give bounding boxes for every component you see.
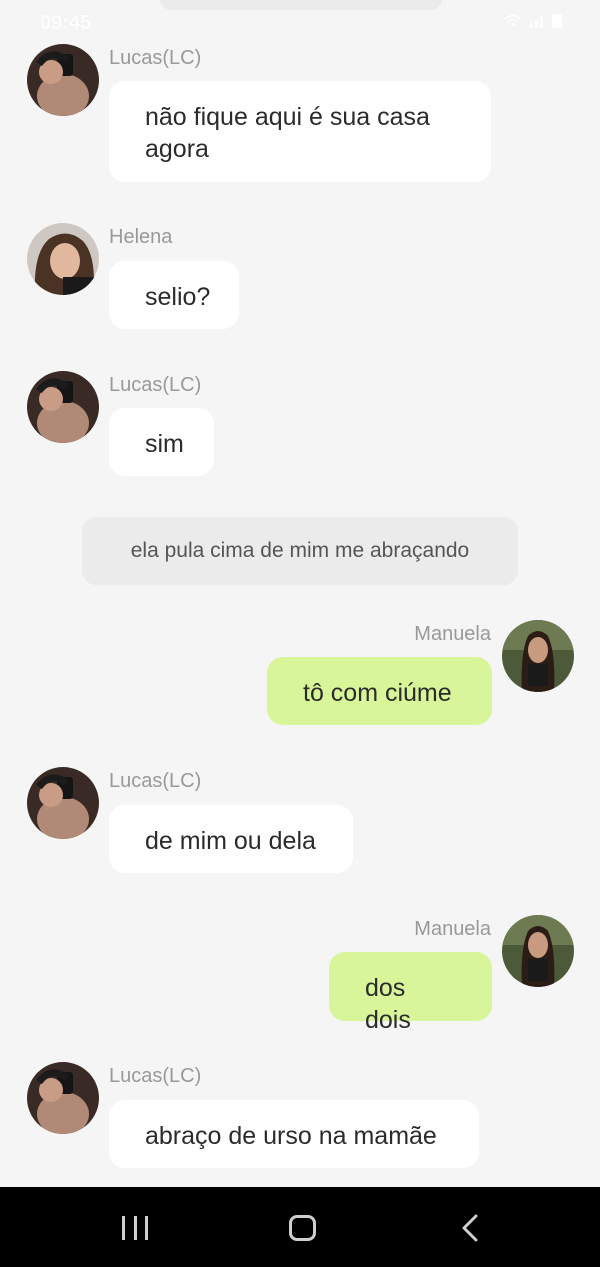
avatar-image: [27, 223, 99, 295]
status-icons: [504, 14, 562, 28]
avatar-image: [27, 44, 99, 116]
wifi-icon: [504, 14, 522, 26]
sender-name: Manuela: [414, 918, 491, 940]
narration-bubble[interactable]: ela pula cima de mim me abraçando: [82, 517, 518, 585]
sender-name: Lucas(LC): [109, 770, 202, 792]
sender-name: Lucas(LC): [109, 1065, 202, 1087]
avatar-image: [27, 767, 99, 839]
avatar[interactable]: [27, 767, 99, 839]
avatar-image: [27, 371, 99, 443]
message-bubble[interactable]: de mim ou dela: [109, 805, 353, 873]
message-bubble[interactable]: dos dois: [329, 952, 492, 1034]
navigation-bar: [0, 1187, 600, 1267]
back-icon[interactable]: [460, 1214, 480, 1242]
avatar-image: [27, 1062, 99, 1134]
avatar[interactable]: [27, 223, 99, 295]
avatar[interactable]: [27, 371, 99, 443]
status-time: 09:45: [40, 12, 92, 34]
message-bubble[interactable]: selio?: [109, 261, 239, 329]
battery-icon: [552, 14, 562, 28]
avatar[interactable]: [27, 1062, 99, 1134]
avatar[interactable]: [502, 915, 574, 987]
status-bar: 09:45: [0, 0, 600, 46]
avatar-image: [502, 915, 574, 987]
recents-icon[interactable]: [122, 1216, 148, 1240]
avatar-image: [502, 620, 574, 692]
message-bubble[interactable]: abraço de urso na mamãe: [109, 1100, 479, 1168]
sender-name: Manuela: [414, 623, 491, 645]
message-bubble[interactable]: tô com ciúme: [267, 657, 492, 725]
sender-name: Lucas(LC): [109, 374, 202, 396]
sender-name: Helena: [109, 226, 173, 248]
avatar[interactable]: [27, 44, 99, 116]
sender-name: Lucas(LC): [109, 47, 202, 69]
message-bubble[interactable]: sim: [109, 408, 214, 476]
signal-icon: [530, 16, 543, 28]
home-icon[interactable]: [289, 1215, 316, 1241]
message-bubble[interactable]: não fique aqui é sua casa agora: [109, 81, 491, 182]
avatar[interactable]: [502, 620, 574, 692]
